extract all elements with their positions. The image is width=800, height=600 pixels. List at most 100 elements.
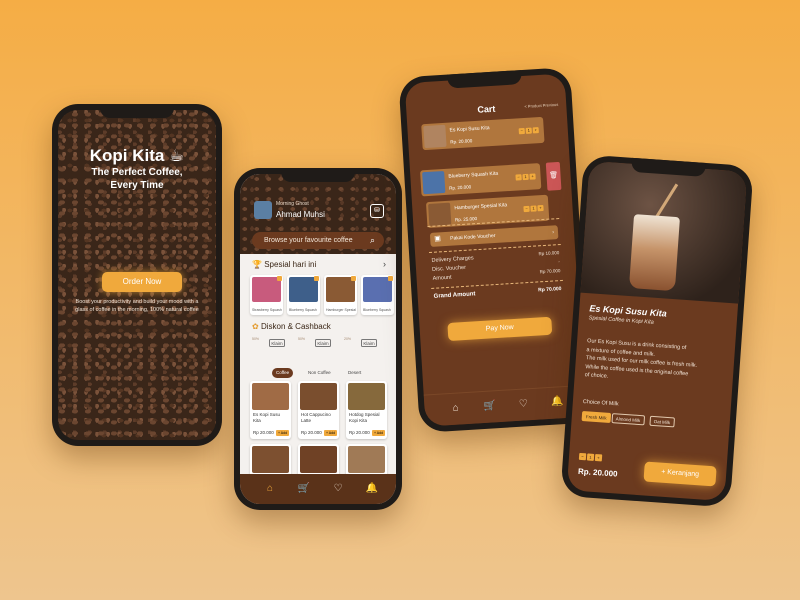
plus-icon[interactable]: +	[532, 127, 539, 134]
quantity-stepper[interactable]: −1 +	[522, 204, 544, 213]
search-icon[interactable]: ⌕	[370, 232, 375, 249]
cart-icon[interactable]: 🛒	[482, 399, 497, 414]
delivery-value: Rp 10.000	[538, 250, 560, 257]
bell-icon[interactable]: 🔔	[550, 395, 565, 410]
voucher-item: 20% Klaim	[344, 336, 377, 350]
discount-section-label: Diskon & Cashback	[260, 322, 331, 331]
phone-splash: Kopi Kita ☕ The Perfect Coffee, Every Ti…	[52, 104, 222, 446]
add-badge-icon[interactable]	[277, 276, 282, 281]
product-card[interactable]: Hotdog Spesial Kopi Kita Rp 20.000 + Add	[346, 381, 387, 439]
special-card[interactable]: Hamburger Spesial	[324, 275, 357, 315]
add-badge-icon[interactable]	[388, 276, 393, 281]
minus-icon[interactable]: −	[578, 452, 587, 461]
order-now-button[interactable]: Order Now	[102, 272, 182, 292]
claim-button[interactable]: Klaim	[361, 339, 377, 347]
special-section-title: 🏆 Spesial hari ini	[252, 260, 316, 269]
add-button[interactable]: + Add	[276, 430, 289, 436]
gift-icon: ✿	[252, 322, 259, 331]
search-input[interactable]: Browse your favourite coffee ⌕	[252, 232, 384, 249]
voucher-percent: 50%	[252, 337, 260, 341]
user-name: Ahmad Muhsi	[276, 210, 325, 219]
product-card[interactable]: Es Kopi Susu Kita Rp 20.000 + Add	[250, 381, 291, 439]
bottom-nav: ⌂ 🛒 ♡ 🔔	[240, 474, 396, 504]
product-price: Rp 20.000	[301, 430, 322, 435]
tab-non-coffee[interactable]: Non Coffee	[304, 368, 335, 378]
amount-value: Rp 70.000	[539, 268, 561, 275]
quantity-value: 1	[530, 205, 537, 212]
add-button[interactable]: + Add	[324, 430, 337, 436]
home-icon[interactable]: ⌂	[263, 482, 277, 496]
claim-button[interactable]: Klaim	[269, 339, 285, 347]
quantity-stepper[interactable]: −1 +	[514, 173, 536, 181]
tagline-line-2: Every Time	[110, 180, 164, 191]
product-price: Rp. 20.000	[577, 466, 618, 479]
special-card[interactable]: Blueberry Squash	[361, 275, 394, 315]
avatar[interactable]	[254, 201, 272, 219]
cart-item[interactable]: Es Kopi Susu Kita Rp. 20.000 −1 +	[421, 116, 545, 151]
pay-now-button[interactable]: Pay Now	[447, 316, 553, 342]
special-card[interactable]: Strawberry Squash	[250, 275, 283, 315]
voucher-label: Pakai Kode Voucher	[450, 232, 496, 242]
bell-icon[interactable]: 🔔	[365, 482, 379, 496]
add-button[interactable]: + Add	[372, 430, 385, 436]
voucher-percent: 20%	[344, 337, 352, 341]
option-fresh-milk[interactable]: Fresh Milk	[581, 410, 611, 423]
product-description: Our Es Kopi Susu is a drink consisting o…	[584, 337, 725, 389]
option-oat-milk[interactable]: Oat Milk	[649, 415, 675, 428]
minus-icon[interactable]: −	[518, 127, 525, 135]
tab-desert[interactable]: Desert	[344, 368, 365, 378]
voucher-item: 50% Klaim	[298, 336, 331, 350]
trash-icon[interactable]: 🗑	[545, 161, 562, 191]
special-cards: Strawberry Squash Blueberry Squash Hambu…	[250, 275, 396, 315]
plus-icon[interactable]: +	[594, 453, 603, 462]
detail-screen: Es Kopi Susu Kita Spesial Coffee in Kopi…	[566, 160, 748, 502]
add-to-cart-button[interactable]: + Keranjang	[643, 461, 717, 487]
product-image	[300, 383, 337, 410]
cart-item[interactable]: Blueberry Squash Kita Rp. 20.000 −1 +	[420, 163, 542, 197]
quantity-value: 1	[522, 173, 529, 181]
quantity-stepper[interactable]: −1 +	[518, 127, 539, 135]
product-card[interactable]: Hot Cappucino Latte Rp 20.000 + Add	[298, 381, 339, 439]
cart-item-image	[428, 202, 452, 226]
shopping-bag-icon[interactable]: ⛁	[370, 204, 384, 218]
chevron-right-icon: ›	[552, 229, 555, 236]
option-almond-milk[interactable]: Almond Milk	[611, 413, 645, 426]
cart-item-image	[423, 124, 447, 149]
minus-icon[interactable]: −	[523, 205, 530, 213]
product-name: Hotdog Spesial Kopi Kita	[349, 412, 380, 423]
tab-coffee[interactable]: Coffee	[272, 368, 294, 378]
chevron-right-icon[interactable]: ›	[383, 259, 386, 269]
add-badge-icon[interactable]	[314, 276, 319, 281]
product-image	[348, 446, 385, 473]
quantity-stepper[interactable]: −1 +	[578, 452, 603, 462]
app-title: Kopi Kita	[89, 146, 165, 165]
cart-item-name: Es Kopi Susu Kita	[449, 125, 490, 134]
cart-item-name: Hamburger Spesial Kita	[454, 202, 508, 212]
delivery-label: Delivery Charges	[431, 255, 474, 264]
splash-screen: Kopi Kita ☕ The Perfect Coffee, Every Ti…	[58, 110, 216, 440]
special-card[interactable]: Blueberry Squash	[287, 275, 320, 315]
cart-icon[interactable]: 🛒	[297, 482, 311, 496]
minus-icon[interactable]: −	[515, 174, 522, 181]
bottom-nav: ⌂ 🛒 ♡ 🔔	[423, 384, 586, 427]
special-card-label: Blueberry Squash	[289, 308, 317, 312]
add-badge-icon[interactable]	[351, 276, 356, 281]
home-header: Morning Ghost Ahmad Muhsi ⛁ Browse your …	[240, 174, 396, 254]
grand-label: Grand Amount	[433, 291, 476, 300]
coffee-bean-icon: ☕	[169, 146, 185, 165]
special-card-label: Strawberry Squash	[252, 308, 282, 312]
search-placeholder: Browse your favourite coffee	[264, 237, 353, 244]
voucher-percent: 50%	[298, 337, 306, 341]
heart-icon[interactable]: ♡	[331, 482, 345, 496]
voucher-code-button[interactable]: ▣ Pakai Kode Voucher ›	[429, 225, 559, 247]
product-image	[252, 383, 289, 410]
home-icon[interactable]: ⌂	[448, 401, 463, 416]
heart-icon[interactable]: ♡	[516, 397, 531, 412]
plus-icon[interactable]: +	[537, 204, 544, 212]
product-price: Rp 20.000	[253, 430, 274, 435]
notch	[281, 168, 355, 182]
plus-icon[interactable]: +	[529, 173, 536, 180]
disc-label: Disc. Voucher	[431, 264, 467, 273]
voucher-icon: ▣	[434, 235, 442, 243]
claim-button[interactable]: Klaim	[315, 339, 331, 347]
